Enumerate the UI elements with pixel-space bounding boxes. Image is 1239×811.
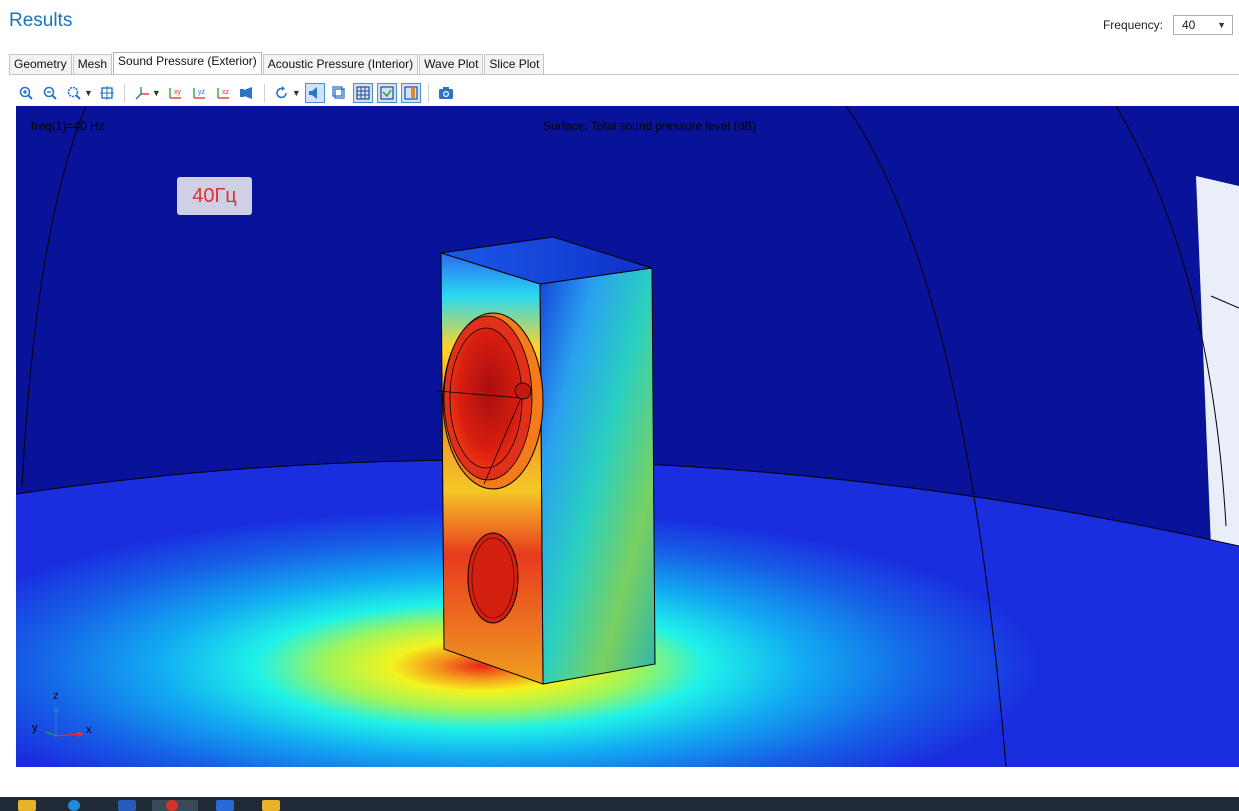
chevron-down-icon[interactable]: ▼ bbox=[152, 88, 161, 98]
zoom-box-icon[interactable] bbox=[64, 83, 84, 103]
view-xz-icon[interactable]: xz bbox=[213, 83, 233, 103]
frequency-value: 40 bbox=[1182, 18, 1196, 32]
zoom-out-icon[interactable] bbox=[40, 83, 60, 103]
chevron-down-icon: ▼ bbox=[1217, 20, 1226, 30]
tab-acoustic-pressure-interior[interactable]: Acoustic Pressure (Interior) bbox=[262, 54, 419, 74]
camera-icon[interactable] bbox=[436, 83, 456, 103]
zoom-in-icon[interactable] bbox=[16, 83, 36, 103]
legend-icon[interactable] bbox=[400, 83, 421, 103]
app-icon[interactable] bbox=[118, 800, 136, 811]
plot-tabs: Geometry Mesh Sound Pressure (Exterior) … bbox=[9, 52, 545, 74]
frequency-badge: 40Гц bbox=[177, 177, 252, 215]
svg-text:xy: xy bbox=[174, 89, 182, 96]
zoom-extents-icon[interactable] bbox=[97, 83, 117, 103]
axis-triad-icon[interactable] bbox=[376, 83, 397, 103]
axis-z-label: z bbox=[53, 690, 59, 702]
page-title: Results bbox=[9, 10, 73, 31]
app-icon[interactable] bbox=[216, 800, 234, 811]
tab-wave-plot[interactable]: Wave Plot bbox=[419, 54, 484, 74]
svg-text:xz: xz bbox=[222, 89, 230, 96]
axis-x-label: x bbox=[86, 724, 92, 736]
tab-divider bbox=[9, 74, 1239, 75]
graphics-viewport[interactable]: freq(1)=40 Hz Surface: Total sound press… bbox=[16, 106, 1239, 767]
plot-title: Surface: Total sound pressure level (dB) bbox=[543, 119, 757, 133]
frequency-select[interactable]: 40 ▼ bbox=[1173, 15, 1233, 35]
chevron-down-icon[interactable]: ▼ bbox=[84, 88, 93, 98]
scene-light-icon[interactable] bbox=[329, 83, 349, 103]
axis-orientation-icon[interactable] bbox=[132, 83, 152, 103]
grid-icon[interactable] bbox=[352, 83, 373, 103]
view-xy-icon[interactable]: xy bbox=[165, 83, 185, 103]
tab-sound-pressure-exterior[interactable]: Sound Pressure (Exterior) bbox=[113, 52, 262, 74]
frequency-control: Frequency: 40 ▼ bbox=[1103, 15, 1233, 35]
tab-geometry[interactable]: Geometry bbox=[9, 54, 72, 74]
camera-view-icon[interactable] bbox=[237, 83, 257, 103]
view-yz-icon[interactable]: yz bbox=[189, 83, 209, 103]
tab-slice-plot[interactable]: Slice Plot bbox=[484, 54, 545, 74]
app-icon[interactable] bbox=[166, 800, 178, 811]
rotate-icon[interactable] bbox=[272, 83, 292, 103]
frequency-readout: freq(1)=40 Hz bbox=[31, 119, 105, 133]
chevron-down-icon[interactable]: ▼ bbox=[292, 88, 301, 98]
speaker-icon[interactable] bbox=[304, 83, 325, 103]
taskbar bbox=[0, 797, 1239, 811]
graphics-toolbar: ▼ ▼ xy yz xz ▼ bbox=[16, 80, 456, 106]
tab-mesh[interactable]: Mesh bbox=[72, 54, 113, 74]
toolbar-separator bbox=[427, 84, 429, 102]
axis-y-label: y bbox=[32, 722, 38, 734]
toolbar-separator bbox=[263, 84, 265, 102]
toolbar-separator bbox=[123, 84, 125, 102]
folder-icon[interactable] bbox=[18, 800, 36, 811]
browser-icon[interactable] bbox=[68, 800, 80, 811]
frequency-label: Frequency: bbox=[1102, 18, 1163, 32]
app-icon[interactable] bbox=[262, 800, 280, 811]
svg-text:yz: yz bbox=[198, 89, 206, 96]
